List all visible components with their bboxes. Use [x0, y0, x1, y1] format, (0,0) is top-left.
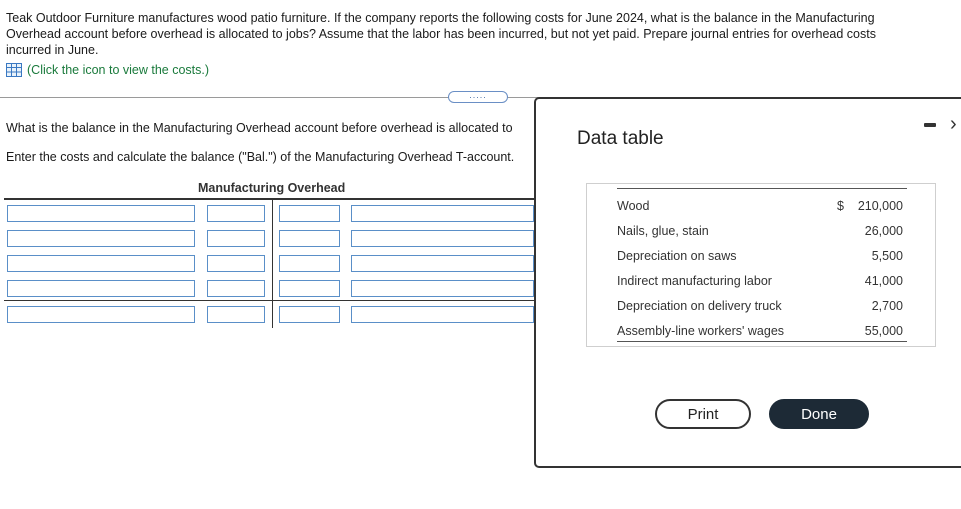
- row-currency: $: [837, 199, 844, 213]
- minimize-icon[interactable]: [924, 123, 936, 127]
- balance-label-input[interactable]: [7, 306, 195, 323]
- table-row: Assembly-line workers' wages 55,000: [617, 324, 907, 349]
- table-top-rule: [617, 188, 907, 189]
- debit-account-input-3[interactable]: [7, 255, 195, 272]
- credit-account-input-3[interactable]: [351, 255, 534, 272]
- done-button[interactable]: Done: [769, 399, 869, 429]
- print-button[interactable]: Print: [655, 399, 751, 429]
- row-amount: 5,500: [871, 249, 903, 263]
- table-bottom-rule: [617, 341, 907, 342]
- row-amount: 210,000: [857, 199, 903, 213]
- table-row: Indirect manufacturing labor 41,000: [617, 274, 907, 299]
- debit-amount-input-4[interactable]: [207, 280, 265, 297]
- row-label: Depreciation on delivery truck: [617, 299, 782, 313]
- table-row: Nails, glue, stain 26,000: [617, 224, 907, 249]
- task-line-2: Enter the costs and calculate the balanc…: [6, 150, 515, 164]
- table-icon[interactable]: [6, 63, 22, 77]
- t-account-total-line: [4, 300, 534, 301]
- table-row: Depreciation on delivery truck 2,700: [617, 299, 907, 324]
- row-amount: 2,700: [871, 299, 903, 313]
- table-row: Wood $ 210,000: [617, 199, 907, 224]
- credit-account-input-1[interactable]: [351, 205, 534, 222]
- data-table-modal: Data table › Wood $ 210,000 Nails, glue,…: [534, 97, 961, 468]
- credit-account-input-4[interactable]: [351, 280, 534, 297]
- view-costs-link[interactable]: (Click the icon to view the costs.): [6, 63, 209, 77]
- balance-credit-label-input[interactable]: [351, 306, 534, 323]
- expand-button[interactable]: .....: [448, 91, 508, 103]
- question-text: Teak Outdoor Furniture manufactures wood…: [6, 11, 876, 57]
- view-costs-label[interactable]: (Click the icon to view the costs.): [27, 63, 209, 77]
- credit-amount-input-2[interactable]: [279, 230, 340, 247]
- credit-amount-input-1[interactable]: [279, 205, 340, 222]
- t-account-center-line: [272, 200, 273, 328]
- row-label: Depreciation on saws: [617, 249, 737, 263]
- t-account: [4, 198, 534, 328]
- row-amount: 55,000: [864, 324, 903, 338]
- debit-account-input-1[interactable]: [7, 205, 195, 222]
- credit-amount-input-3[interactable]: [279, 255, 340, 272]
- table-row: Depreciation on saws 5,500: [617, 249, 907, 274]
- debit-amount-input-2[interactable]: [207, 230, 265, 247]
- debit-account-input-4[interactable]: [7, 280, 195, 297]
- credit-account-input-2[interactable]: [351, 230, 534, 247]
- row-label: Indirect manufacturing labor: [617, 274, 772, 288]
- debit-amount-input-1[interactable]: [207, 205, 265, 222]
- debit-account-input-2[interactable]: [7, 230, 195, 247]
- row-amount: 41,000: [864, 274, 903, 288]
- modal-title: Data table: [577, 128, 664, 149]
- credit-amount-input-4[interactable]: [279, 280, 340, 297]
- chevron-right-icon[interactable]: ›: [950, 113, 957, 136]
- row-amount: 26,000: [864, 224, 903, 238]
- balance-debit-input[interactable]: [207, 306, 265, 323]
- task-line-1: What is the balance in the Manufacturing…: [6, 121, 513, 135]
- row-label: Assembly-line workers' wages: [617, 324, 785, 338]
- row-label: Nails, glue, stain: [617, 224, 709, 238]
- debit-amount-input-3[interactable]: [207, 255, 265, 272]
- row-label: Wood: [617, 199, 650, 213]
- t-account-title: Manufacturing Overhead: [198, 181, 346, 195]
- balance-credit-input[interactable]: [279, 306, 340, 323]
- costs-table: Wood $ 210,000 Nails, glue, stain 26,000…: [586, 183, 936, 347]
